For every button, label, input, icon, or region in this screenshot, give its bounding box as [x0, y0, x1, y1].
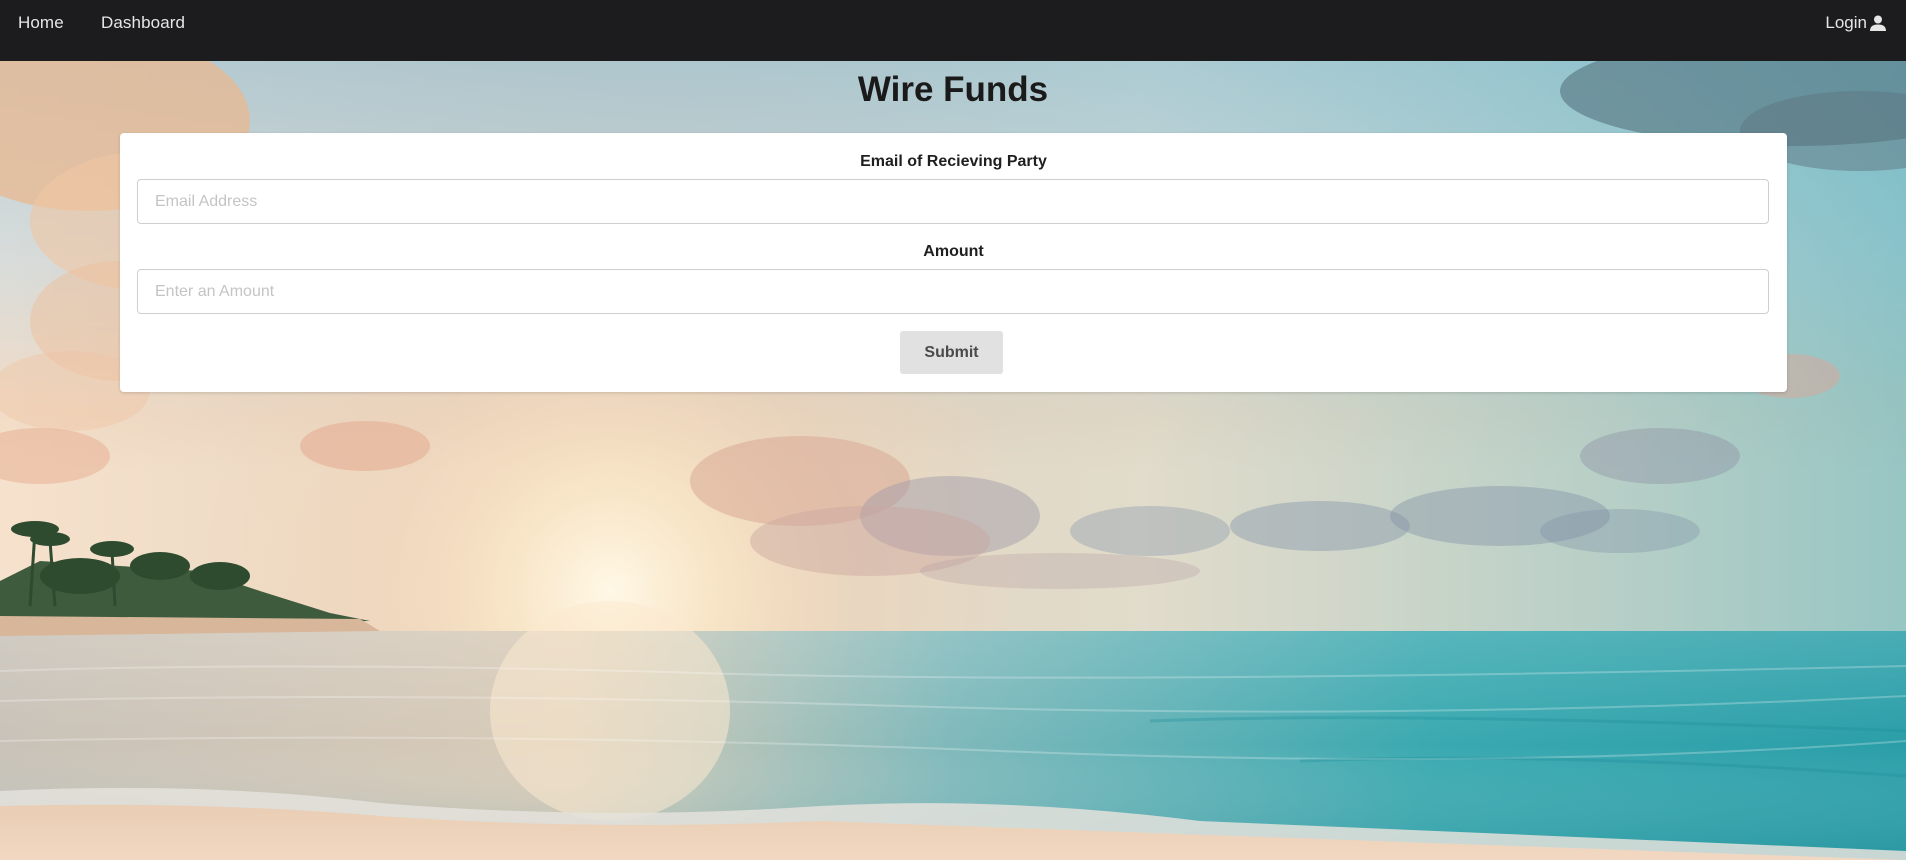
page-title: Wire Funds — [857, 70, 1049, 109]
amount-label: Amount — [923, 243, 984, 260]
wire-funds-form-card: Email of Recieving Party Amount Submit — [120, 133, 1787, 392]
nav-login-link[interactable]: Login — [1825, 13, 1887, 33]
email-input[interactable] — [137, 179, 1769, 224]
nav-home-link[interactable]: Home — [18, 13, 64, 33]
nav-login-label: Login — [1825, 13, 1867, 32]
email-label: Email of Recieving Party — [860, 153, 1047, 170]
amount-input[interactable] — [137, 269, 1769, 314]
top-navbar: Home Dashboard Login — [0, 0, 1906, 61]
submit-button[interactable]: Submit — [900, 331, 1003, 374]
user-icon — [1869, 14, 1887, 32]
nav-dashboard-link[interactable]: Dashboard — [101, 13, 185, 33]
